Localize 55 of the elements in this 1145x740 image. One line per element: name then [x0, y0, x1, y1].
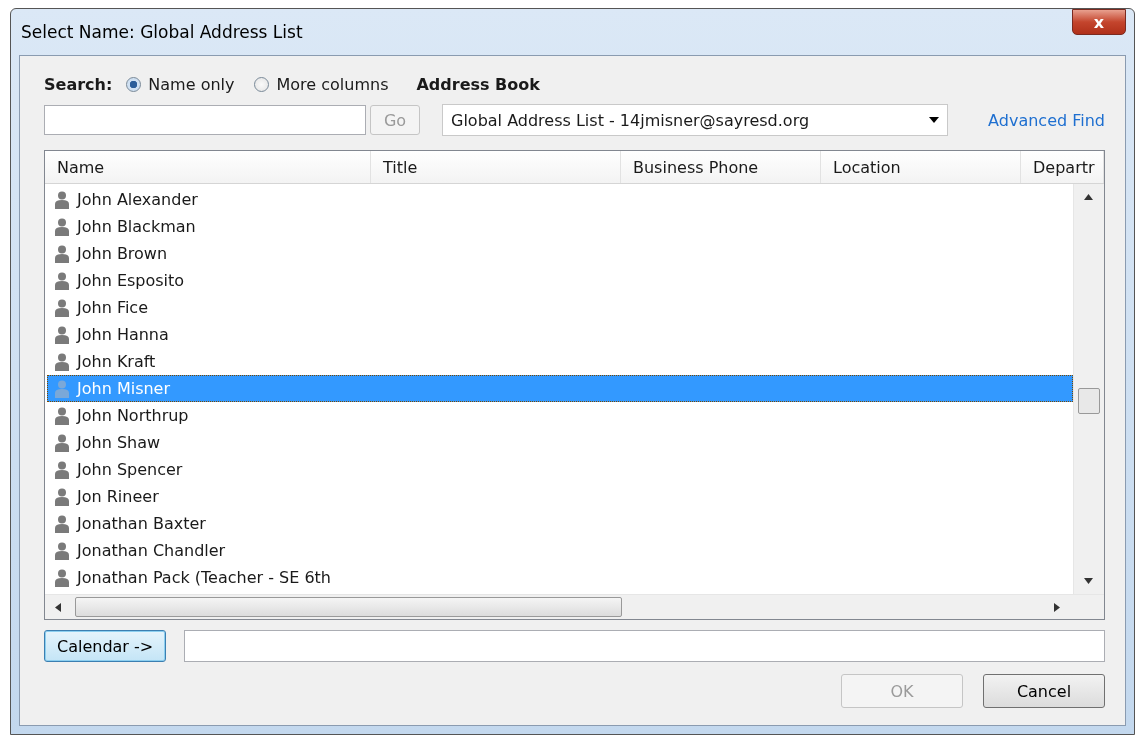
calendar-button[interactable]: Calendar ->: [44, 630, 167, 662]
column-header[interactable]: Location: [821, 151, 1021, 183]
contact-row[interactable]: John Fice: [47, 294, 1073, 321]
scroll-down-arrow-icon[interactable]: [1084, 578, 1093, 584]
column-header[interactable]: Title: [371, 151, 621, 183]
person-icon: [55, 568, 69, 587]
scroll-thumb[interactable]: [1078, 388, 1100, 414]
vertical-scrollbar[interactable]: [1073, 184, 1104, 594]
dialog-button[interactable]: Cancel: [983, 674, 1105, 708]
window-title: Select Name: Global Address List: [20, 22, 303, 42]
person-icon: [55, 352, 69, 371]
person-icon: [55, 514, 69, 533]
person-icon: [55, 217, 69, 236]
contact-row[interactable]: Jonathan Pack (Teacher - SE 6th: [47, 564, 1073, 591]
advanced-find-link[interactable]: Advanced Find: [988, 110, 1105, 130]
person-icon: [55, 298, 69, 317]
radio-option[interactable]: More columns: [254, 74, 389, 94]
address-book-dropdown[interactable]: Global Address List - 14jmisner@sayresd.org: [442, 104, 948, 136]
person-icon: [55, 433, 69, 452]
person-icon: [55, 325, 69, 344]
search-field[interactable]: [44, 105, 366, 135]
address-book-label: Address Book: [416, 74, 540, 94]
contact-row[interactable]: John Hanna: [47, 321, 1073, 348]
contact-row[interactable]: Jonathan Baxter: [47, 510, 1073, 537]
scroll-thumb[interactable]: [75, 597, 622, 617]
scroll-left-arrow-icon[interactable]: [55, 603, 61, 612]
dropdown-arrow-icon: [929, 117, 939, 123]
contact-row[interactable]: Jonathan Chandler: [47, 537, 1073, 564]
contact-row[interactable]: John Brown: [47, 240, 1073, 267]
person-icon: [55, 541, 69, 560]
person-icon: [55, 190, 69, 209]
contact-row[interactable]: John Spencer: [47, 456, 1073, 483]
person-icon: [55, 406, 69, 425]
radio-option[interactable]: Name only: [126, 74, 235, 94]
horizontal-scrollbar[interactable]: [45, 594, 1104, 619]
contact-row[interactable]: John Blackman: [47, 213, 1073, 240]
person-icon: [55, 487, 69, 506]
contact-row[interactable]: Jon Rineer: [47, 483, 1073, 510]
contact-row[interactable]: John Alexander: [47, 186, 1073, 213]
column-header[interactable]: Name: [45, 151, 371, 183]
recipient-field[interactable]: [184, 630, 1105, 662]
person-icon: [55, 271, 69, 290]
column-header[interactable]: Departr: [1021, 151, 1104, 183]
scroll-up-arrow-icon[interactable]: [1084, 194, 1093, 200]
column-header[interactable]: Business Phone: [621, 151, 821, 183]
contact-row[interactable]: John Esposito: [47, 267, 1073, 294]
contact-row[interactable]: John Northrup: [47, 402, 1073, 429]
person-icon: [55, 244, 69, 263]
scroll-right-arrow-icon[interactable]: [1054, 603, 1060, 612]
contact-row[interactable]: John Shaw: [47, 429, 1073, 456]
contact-row[interactable]: John Kraft: [47, 348, 1073, 375]
person-icon: [55, 379, 69, 398]
close-button[interactable]: x: [1072, 9, 1126, 35]
person-icon: [55, 460, 69, 479]
search-label: Search:: [44, 74, 113, 94]
